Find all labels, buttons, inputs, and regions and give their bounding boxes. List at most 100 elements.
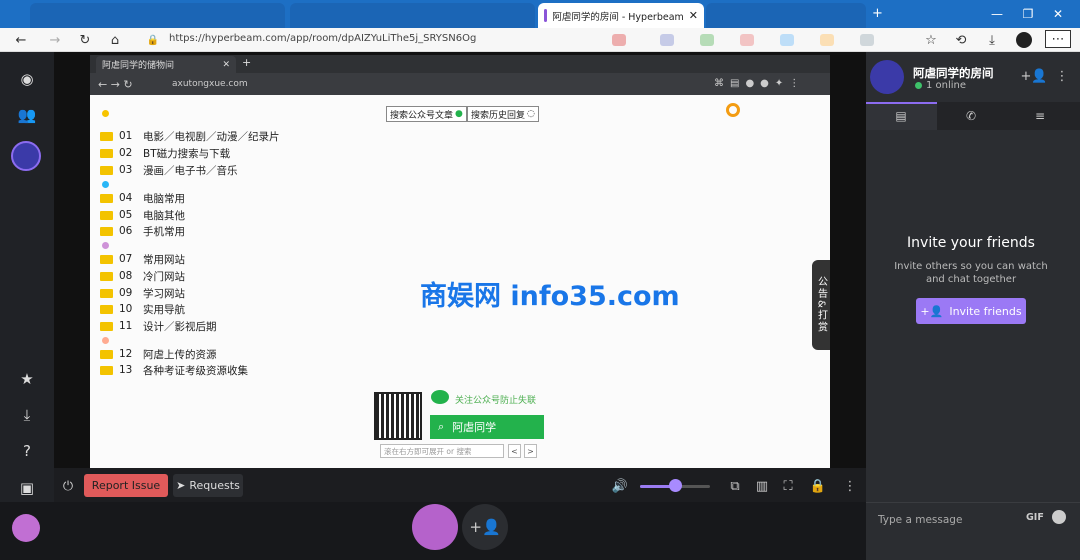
folder-icon bbox=[100, 288, 113, 298]
folder-icon bbox=[100, 226, 113, 236]
inbox-icon[interactable]: ▣ bbox=[16, 477, 38, 499]
next-page-button[interactable]: > bbox=[524, 444, 537, 458]
list-item[interactable]: 07 常用网站 bbox=[100, 251, 185, 267]
close-window-icon[interactable]: ✕ bbox=[1043, 0, 1073, 28]
inner-new-tab-icon[interactable]: + bbox=[242, 56, 251, 69]
new-tab-icon[interactable]: + bbox=[872, 6, 883, 21]
folder-icon bbox=[100, 193, 113, 203]
add-person-icon[interactable]: +👤 bbox=[462, 504, 508, 550]
star-icon[interactable]: ★ bbox=[16, 368, 38, 390]
add-user-icon[interactable]: +👤 bbox=[1020, 66, 1047, 86]
folder-icon bbox=[100, 148, 113, 158]
list-item[interactable]: 11 设计／影视后期 bbox=[100, 318, 217, 334]
profile-avatar[interactable] bbox=[1016, 32, 1032, 48]
participant-avatar[interactable] bbox=[412, 504, 458, 550]
prev-page-button[interactable]: < bbox=[508, 444, 521, 458]
room-menu-icon[interactable]: ⋮ bbox=[1052, 66, 1072, 86]
item-number: 01 bbox=[119, 130, 133, 142]
extension-icon[interactable] bbox=[700, 34, 714, 46]
list-item[interactable]: 10 实用导航 bbox=[100, 301, 185, 317]
browser-tab[interactable] bbox=[706, 3, 866, 28]
item-label: 电脑常用 bbox=[143, 192, 185, 205]
sidebar-toggle-icon[interactable]: ▥ bbox=[752, 476, 772, 496]
extension-icon[interactable] bbox=[780, 34, 794, 46]
list-item[interactable]: 13 各种考证考级资源收集 bbox=[100, 362, 248, 378]
minimize-icon[interactable]: — bbox=[982, 0, 1012, 28]
address-bar bbox=[0, 28, 1080, 52]
volume-slider-handle[interactable] bbox=[669, 479, 682, 492]
list-item[interactable]: 03 漫画／电子书／音乐 bbox=[100, 162, 238, 178]
search-history-button[interactable]: 搜索历史回复 ◌ bbox=[467, 106, 539, 122]
home-icon[interactable]: ⌂ bbox=[106, 31, 124, 49]
message-input[interactable]: Type a message bbox=[878, 514, 962, 526]
folder-icon bbox=[100, 131, 113, 141]
lock-icon[interactable]: 🔒 bbox=[808, 476, 828, 496]
list-item[interactable]: 12 阿虐上传的资源 bbox=[100, 346, 217, 362]
inner-url-text[interactable]: axutongxue.com bbox=[172, 79, 248, 89]
folder-icon bbox=[100, 165, 113, 175]
list-item[interactable]: 09 学习网站 bbox=[100, 285, 185, 301]
close-tab-icon[interactable]: ✕ bbox=[689, 9, 698, 22]
follow-text: 关注公众号防止失联 bbox=[455, 396, 537, 406]
discord-icon[interactable]: ◉ bbox=[16, 68, 38, 90]
phone-icon[interactable]: ✆ bbox=[961, 108, 981, 124]
section-dot bbox=[102, 181, 109, 188]
emoji-icon[interactable] bbox=[1052, 510, 1066, 524]
sun-icon bbox=[102, 110, 109, 117]
requests-button[interactable]: ➤ Requests bbox=[173, 474, 243, 497]
list-item[interactable]: 01 电影／电视剧／动漫／纪录片 bbox=[100, 128, 280, 144]
report-issue-button[interactable]: Report Issue bbox=[84, 474, 168, 497]
refresh-icon[interactable]: ↻ bbox=[76, 31, 94, 49]
power-icon[interactable]: ⏻ bbox=[58, 476, 78, 496]
section-dot bbox=[102, 337, 109, 344]
back-icon[interactable]: ← bbox=[12, 31, 30, 49]
url-text[interactable]: https://hyperbeam.com/app/room/dpAIZYuLi… bbox=[169, 33, 476, 44]
list-item[interactable]: 06 手机常用 bbox=[100, 223, 185, 239]
active-browser-tab[interactable]: 阿虐同学的房间 - Hyperbeam ✕ bbox=[538, 3, 704, 28]
download-icon[interactable]: ⤓ bbox=[16, 404, 38, 426]
maximize-icon[interactable]: ❐ bbox=[1013, 0, 1043, 28]
people-icon[interactable]: 👥 bbox=[16, 104, 38, 126]
download-icon[interactable]: ⤓ bbox=[983, 31, 1001, 49]
user-avatar[interactable] bbox=[12, 514, 40, 542]
more-menu-icon[interactable]: ⋯ bbox=[1045, 30, 1071, 48]
settings-icon[interactable] bbox=[726, 103, 740, 117]
favorites-icon[interactable]: ☆ bbox=[922, 31, 940, 49]
gif-button[interactable]: GIF bbox=[1026, 512, 1044, 523]
extension-icon[interactable] bbox=[660, 34, 674, 46]
inner-toolbar-icons[interactable]: ⌘▤●●✦⋮ bbox=[714, 78, 805, 89]
wechat-account-button[interactable]: ⌕ 阿虐同学 bbox=[430, 415, 544, 439]
fullscreen-icon[interactable]: ⛶ bbox=[778, 476, 798, 496]
inner-close-tab-icon[interactable]: ✕ bbox=[222, 60, 230, 70]
list-item[interactable]: 04 电脑常用 bbox=[100, 190, 185, 206]
extension-icon[interactable] bbox=[740, 34, 754, 46]
search-articles-button[interactable]: 搜索公众号文章 ● bbox=[386, 106, 467, 122]
item-number: 09 bbox=[119, 287, 133, 299]
tab-title: 阿虐同学的房间 - Hyperbeam bbox=[552, 11, 684, 23]
list-item[interactable]: 02 BT磁力搜索与下载 bbox=[100, 145, 230, 161]
room-icon[interactable] bbox=[11, 141, 41, 171]
more-options-icon[interactable]: ⋮ bbox=[840, 476, 860, 496]
wechat-icon bbox=[431, 390, 449, 404]
chat-icon[interactable]: ▤ bbox=[891, 108, 911, 124]
bottom-search-input[interactable]: 滚在右方即可展开 or 搜索 bbox=[380, 444, 504, 458]
queue-icon[interactable]: ≡ bbox=[1030, 108, 1050, 124]
help-icon[interactable]: ? bbox=[16, 440, 38, 462]
browser-tab[interactable] bbox=[290, 3, 535, 28]
history-icon[interactable]: ⟲ bbox=[952, 31, 970, 49]
inner-browser-tab[interactable]: 阿虐同学的储物间 ✕ bbox=[96, 56, 236, 73]
open-external-icon[interactable]: ⧉ bbox=[725, 476, 745, 496]
extension-icon[interactable] bbox=[612, 34, 626, 46]
forward-icon[interactable]: → bbox=[46, 31, 64, 49]
item-label: 设计／影视后期 bbox=[143, 320, 217, 333]
inner-nav-icons[interactable]: ← → ↻ bbox=[98, 78, 133, 91]
extension-icon[interactable] bbox=[820, 34, 834, 46]
item-label: BT磁力搜索与下载 bbox=[143, 147, 231, 160]
browser-tab[interactable] bbox=[30, 3, 285, 28]
extension-icon[interactable] bbox=[860, 34, 874, 46]
volume-icon[interactable]: 🔊 bbox=[610, 476, 630, 496]
notice-tip-tab[interactable]: 公告&打赏 bbox=[812, 260, 830, 350]
list-item[interactable]: 08 冷门网站 bbox=[100, 268, 185, 284]
invite-friends-button[interactable]: +👤 Invite friends bbox=[916, 298, 1026, 324]
list-item[interactable]: 05 电脑其他 bbox=[100, 207, 185, 223]
